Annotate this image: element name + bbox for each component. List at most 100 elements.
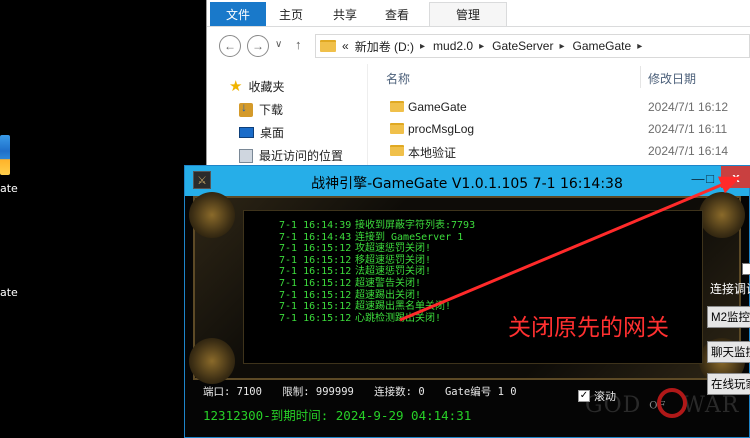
gamegate-titlebar[interactable]: ⚔ 战神引擎-GameGate V1.0.1.105 7-1 16:14:38 … xyxy=(185,166,750,196)
log-line: 7-1 16:15:12 移超速惩罚关闭! xyxy=(279,255,475,267)
maximize-button[interactable]: □ xyxy=(697,168,723,188)
log-message: 法超速惩罚关闭! xyxy=(355,266,432,278)
file-date: 2024/7/1 16:11 xyxy=(648,122,728,136)
file-date: 2024/7/1 16:14 xyxy=(648,144,729,158)
log-message: 超速踢出关闭! xyxy=(355,289,422,301)
up-button[interactable]: ↑ xyxy=(295,37,302,52)
nav-item-favorites[interactable]: ★ 收藏夹 xyxy=(229,78,284,95)
log-list: 7-1 16:14:39 接收到屏蔽字符列表:7793 7-1 16:14:43 连接… xyxy=(279,220,475,324)
back-button[interactable]: ← xyxy=(219,35,241,57)
log-time: 7-1 16:15:12 xyxy=(279,254,352,266)
file-date: 2024/7/1 16:12 xyxy=(648,100,729,114)
ornament-icon xyxy=(189,338,235,384)
log-line: 7-1 16:14:43 连接到 GameServer 1 xyxy=(279,232,475,244)
desktop: ate ate 文件 主页 共享 查看 管理 ← → ∨ ↑ « 新加卷 (D:… xyxy=(0,0,750,438)
ribbon-tab-share[interactable]: 共享 xyxy=(333,6,357,23)
navigation-pane: ★ 收藏夹 下载 桌面 最近访问的位置 xyxy=(207,64,367,170)
ornament-icon xyxy=(699,192,745,238)
column-divider[interactable] xyxy=(640,66,641,88)
log-line: 7-1 16:15:12 超速警告关闭! xyxy=(279,278,475,290)
file-row[interactable]: GameGate 2024/7/1 16:12 xyxy=(368,97,750,118)
file-row[interactable]: procMsgLog 2024/7/1 16:11 xyxy=(368,119,750,140)
log-time: 7-1 16:14:39 xyxy=(279,220,352,231)
chevron-right-icon[interactable]: ▸ xyxy=(479,41,484,52)
breadcrumb-drive[interactable]: 新加卷 (D:) xyxy=(355,38,414,55)
download-folder-icon xyxy=(239,100,253,117)
log-message: 心跳检测踢出关闭! xyxy=(355,312,442,324)
debug-checkbox[interactable] xyxy=(742,263,750,275)
nav-item-desktop[interactable]: 桌面 xyxy=(239,124,284,141)
log-line: 7-1 16:15:12 超速踢出黑名单关闭! xyxy=(279,301,475,313)
ornament-icon xyxy=(189,192,235,238)
log-time: 7-1 16:15:12 xyxy=(279,289,352,301)
log-time: 7-1 16:15:12 xyxy=(279,277,352,289)
ribbon-tab-home[interactable]: 主页 xyxy=(279,6,303,23)
chevron-right-icon[interactable]: ▸ xyxy=(637,41,642,52)
folder-icon xyxy=(320,40,336,52)
nav-item-downloads[interactable]: 下载 xyxy=(239,100,284,118)
omega-icon xyxy=(657,388,687,418)
log-message: 超速警告关闭! xyxy=(355,277,422,289)
log-line: 7-1 16:15:12 攻超速惩罚关闭! xyxy=(279,243,475,255)
desktop-shortcut-label: ate xyxy=(0,182,18,195)
desktop-shortcut-icon[interactable] xyxy=(0,135,16,175)
file-row[interactable]: 本地验证 2024/7/1 16:14 xyxy=(368,141,750,162)
desktop-icon xyxy=(239,127,254,138)
nav-item-recent-places[interactable]: 最近访问的位置 xyxy=(239,147,343,164)
scroll-label: 滚动 xyxy=(594,391,616,403)
recent-locations-dropdown[interactable]: ∨ xyxy=(275,39,282,50)
nav-item-label: 桌面 xyxy=(260,126,285,140)
ribbon-tab-manage[interactable]: 管理 xyxy=(429,2,507,26)
column-header-date[interactable]: 修改日期 xyxy=(648,70,696,87)
port-status: 端口: 7100 xyxy=(203,386,262,398)
annotation-text: 关闭原先的网关 xyxy=(508,315,669,341)
log-time: 7-1 16:14:43 xyxy=(279,231,352,243)
address-row: ← → ∨ ↑ « 新加卷 (D:) ▸ mud2.0 ▸ GateServer ▸ … xyxy=(207,30,750,62)
breadcrumb-mud[interactable]: mud2.0 xyxy=(433,39,473,53)
file-name: 本地验证 xyxy=(408,146,457,160)
ribbon-tab-file[interactable]: 文件 xyxy=(210,2,266,26)
scroll-toggle[interactable]: ✓ 滚动 xyxy=(578,388,616,404)
breadcrumb-gamegate[interactable]: GameGate xyxy=(573,39,632,53)
breadcrumb-gateserver[interactable]: GateServer xyxy=(492,39,553,53)
breadcrumb-overflow[interactable]: « xyxy=(342,39,349,53)
log-line: 7-1 16:15:12 法超速惩罚关闭! xyxy=(279,266,475,278)
log-message: 超速踢出黑名单关闭! xyxy=(355,301,452,313)
desktop-shortcut-label: ate xyxy=(0,286,18,299)
file-name: GameGate xyxy=(408,100,467,114)
log-line: 7-1 16:14:39 接收到屏蔽字符列表:7793 xyxy=(279,220,475,232)
log-time: 7-1 16:15:12 xyxy=(279,312,352,324)
chevron-right-icon[interactable]: ▸ xyxy=(420,41,425,52)
nav-item-label: 下载 xyxy=(259,103,284,117)
star-icon: ★ xyxy=(229,78,243,95)
chat-monitor-button[interactable]: 聊天监控 xyxy=(707,341,750,363)
file-explorer-window: 文件 主页 共享 查看 管理 ← → ∨ ↑ « 新加卷 (D:) ▸ mud2.… xyxy=(206,0,750,170)
status-bar: 端口: 7100 限制: 999999 连接数: 0 Gate编号 1 0 xyxy=(203,384,531,399)
connections-status: 连接数: 0 xyxy=(374,386,425,398)
gate-number-status: Gate编号 1 0 xyxy=(444,386,517,398)
log-line: 7-1 16:15:12 超速踢出关闭! xyxy=(279,290,475,302)
log-time: 7-1 16:15:12 xyxy=(279,243,352,255)
folder-icon xyxy=(390,101,404,112)
online-players-button[interactable]: 在线玩家 xyxy=(707,373,750,395)
close-button[interactable]: x xyxy=(721,166,750,188)
expire-text: 12312300-到期时间: 2024-9-29 04:14:31 xyxy=(203,408,472,423)
column-header-name[interactable]: 名称 xyxy=(386,70,410,87)
folder-icon xyxy=(390,145,404,156)
forward-button[interactable]: → xyxy=(247,35,269,57)
recent-places-icon xyxy=(239,148,253,163)
debug-label: 连接调试 xyxy=(710,282,750,296)
file-list: 名称 修改日期 GameGate 2024/7/1 16:12 procMsgL… xyxy=(367,64,750,170)
column-headers: 名称 修改日期 xyxy=(368,64,750,92)
folder-icon xyxy=(390,123,404,134)
nav-item-label: 最近访问的位置 xyxy=(259,149,344,163)
ribbon-tab-view[interactable]: 查看 xyxy=(385,6,409,23)
scroll-checkbox[interactable]: ✓ xyxy=(578,390,590,402)
log-message: 接收到屏蔽字符列表:7793 xyxy=(355,220,476,231)
log-time: 7-1 16:15:12 xyxy=(279,266,352,278)
m2-monitor-button[interactable]: M2监控 xyxy=(707,306,750,328)
chevron-right-icon[interactable]: ▸ xyxy=(559,41,564,52)
address-bar[interactable]: « 新加卷 (D:) ▸ mud2.0 ▸ GateServer ▸ GameGate… xyxy=(315,34,750,58)
log-message: 移超速惩罚关闭! xyxy=(355,254,432,266)
log-message: 攻超速惩罚关闭! xyxy=(355,243,432,255)
